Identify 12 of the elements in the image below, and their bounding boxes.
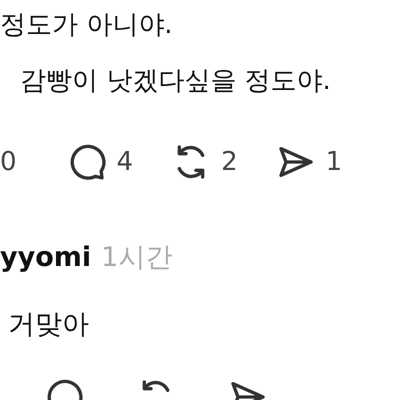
share-action[interactable]: 1 bbox=[276, 142, 342, 182]
count-text: 4 bbox=[116, 149, 134, 175]
comment-action[interactable]: 4 bbox=[66, 142, 134, 182]
timestamp: 1시간 bbox=[101, 241, 172, 275]
repost-action[interactable]: 2 bbox=[171, 142, 238, 182]
username[interactable]: yyomi bbox=[0, 238, 92, 278]
post-text: 정도가 아니야. bbox=[0, 9, 174, 42]
like-count[interactable]: 0 bbox=[0, 149, 17, 175]
count-text: 1 bbox=[326, 149, 342, 175]
post-text: 감빵이 낫겠다싶을 정도야. bbox=[19, 65, 332, 98]
reply-text: 거맞아 bbox=[7, 308, 90, 342]
count-text: 2 bbox=[221, 149, 238, 175]
